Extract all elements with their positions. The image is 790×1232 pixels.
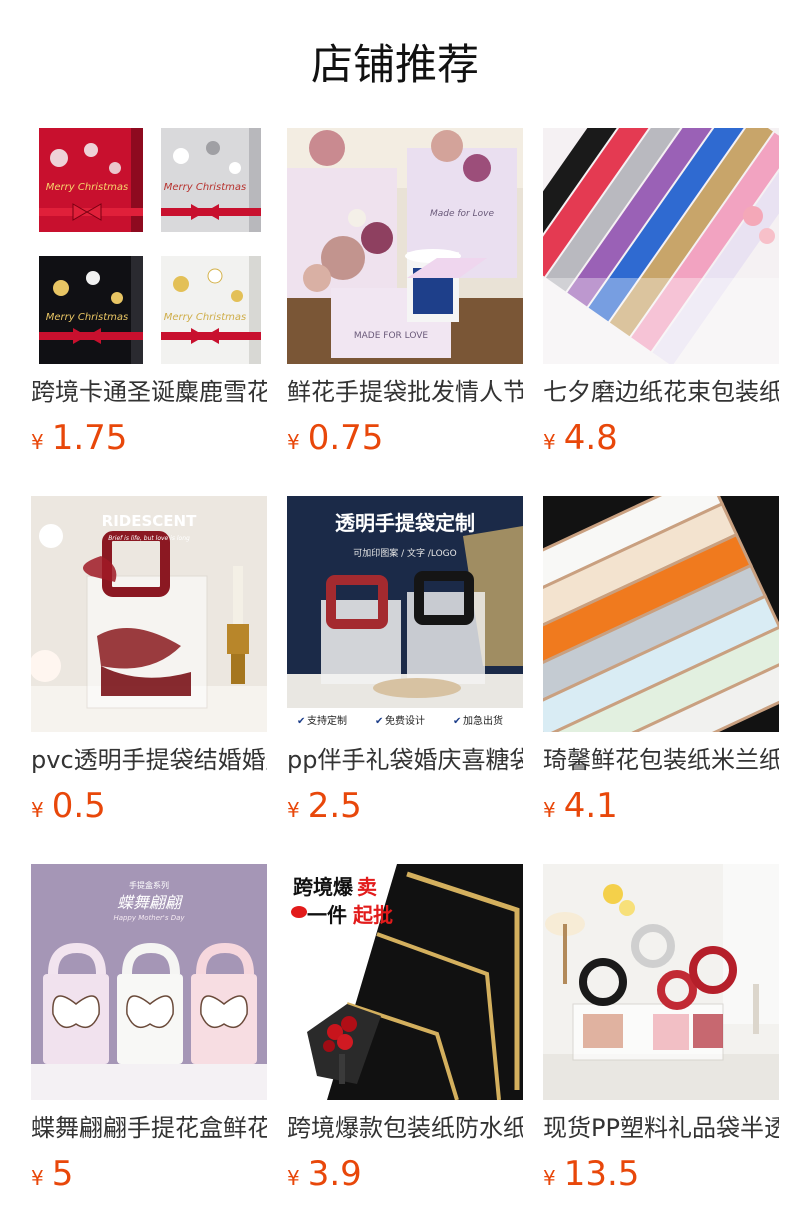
price-amount: 3.9: [307, 1154, 362, 1194]
svg-text:跨境爆: 跨境爆: [293, 875, 354, 899]
price-amount: 0.5: [51, 786, 106, 826]
product-price: ¥0.75: [287, 416, 383, 460]
product-name[interactable]: 跨境爆款包装纸防水纸: [287, 1111, 523, 1145]
flower-box-bag-image[interactable]: Made for Love MADE FOR LOVE: [287, 128, 523, 364]
currency-symbol: ¥: [31, 1166, 44, 1190]
currency-symbol: ¥: [543, 1166, 556, 1190]
product-price: ¥1.75: [31, 416, 127, 460]
svg-text:起批: 起批: [352, 903, 393, 927]
pp-handbag-customize-image[interactable]: 透明手提袋定制 可加印图案 / 文字 /LOGO 支持定制 免费设计 加急出货 …: [287, 496, 523, 732]
price-amount: 4.8: [563, 418, 618, 458]
currency-symbol: ¥: [31, 430, 44, 454]
product-card[interactable]: 现货PP塑料礼品袋半透明 ¥13.5: [543, 864, 779, 1232]
pp-ring-handle-bag-image[interactable]: [543, 864, 779, 1100]
black-gold-wrapping-paper-image[interactable]: 跨境爆 卖 一件 起批: [287, 864, 523, 1100]
svg-text:MADE FOR LOVE: MADE FOR LOVE: [354, 331, 429, 341]
price-amount: 5: [51, 1154, 74, 1194]
product-name[interactable]: pp伴手礼袋婚庆喜糖袋: [287, 743, 523, 777]
product-price: ¥4.8: [543, 416, 618, 460]
product-price: ¥4.1: [543, 784, 618, 828]
product-card[interactable]: 透明手提袋定制 可加印图案 / 文字 /LOGO 支持定制 免费设计 加急出货 …: [287, 496, 523, 864]
svg-text:Happy Mother's Day: Happy Mother's Day: [113, 914, 185, 922]
product-card[interactable]: Made for Love MADE FOR LOVE 鲜花手提袋批发情人节 ¥…: [287, 128, 523, 496]
svg-text:✔: ✔: [375, 716, 383, 727]
price-amount: 13.5: [563, 1154, 640, 1194]
product-price: ¥2.5: [287, 784, 362, 828]
price-amount: 1.75: [51, 418, 128, 458]
product-name[interactable]: 鲜花手提袋批发情人节: [287, 375, 523, 409]
product-price: ¥0.5: [31, 784, 106, 828]
product-name[interactable]: 琦馨鲜花包装纸米兰纸: [543, 743, 779, 777]
product-card[interactable]: 七夕磨边纸花束包装纸 ¥4.8: [543, 128, 779, 496]
pp-ring-handle-bag-picture: [543, 864, 779, 1100]
product-name[interactable]: 蝶舞翩翩手提花盒鲜花: [31, 1111, 267, 1145]
product-price: ¥3.9: [287, 1152, 362, 1196]
svg-text:可加印图案 / 文字 /LOGO: 可加印图案 / 文字 /LOGO: [353, 547, 456, 559]
svg-text:✔: ✔: [453, 716, 461, 727]
svg-text:支持定制: 支持定制: [307, 714, 347, 727]
svg-text:Made for Love: Made for Love: [430, 209, 494, 219]
svg-text:透明手提袋定制: 透明手提袋定制: [335, 511, 475, 535]
svg-text:免费设计: 免费设计: [385, 714, 425, 727]
product-card[interactable]: 跨境爆 卖 一件 起批 跨境爆款包装纸防水纸 ¥3.9: [287, 864, 523, 1232]
christmas-gift-bags-image[interactable]: Merry Christmas Merry Christmas Merry Ch…: [31, 128, 267, 364]
currency-symbol: ¥: [543, 798, 556, 822]
product-card[interactable]: Merry Christmas Merry Christmas Merry Ch…: [31, 128, 267, 496]
price-amount: 0.75: [307, 418, 384, 458]
product-name[interactable]: pvc透明手提袋结婚婚庆: [31, 743, 267, 777]
pvc-transparent-bag-picture: RIDESCENT Brief is life, but love is lon…: [31, 496, 267, 732]
pvc-transparent-bag-image[interactable]: RIDESCENT Brief is life, but love is lon…: [31, 496, 267, 732]
section-title: 店铺推荐: [310, 40, 479, 89]
milan-wrapping-paper-picture: [543, 496, 779, 732]
pp-handbag-customize-picture: 透明手提袋定制 可加印图案 / 文字 /LOGO 支持定制 免费设计 加急出货 …: [287, 496, 523, 732]
product-name[interactable]: 现货PP塑料礼品袋半透明: [543, 1111, 779, 1145]
svg-text:RIDESCENT: RIDESCENT: [102, 512, 197, 530]
svg-text:Merry Christmas: Merry Christmas: [164, 182, 247, 193]
product-price: ¥13.5: [543, 1152, 639, 1196]
price-amount: 4.1: [563, 786, 618, 826]
product-card[interactable]: 手提盒系列 蝶舞翩翩 Happy Mother's Day 蝶舞翩翩手提花盒鲜花…: [31, 864, 267, 1232]
colored-wrapping-paper-rolls-picture: [543, 128, 779, 364]
colored-wrapping-paper-rolls-image[interactable]: [543, 128, 779, 364]
product-price: ¥5: [31, 1152, 73, 1196]
currency-symbol: ¥: [31, 798, 44, 822]
svg-text:卖: 卖: [357, 875, 377, 899]
svg-text:Merry Christmas: Merry Christmas: [46, 182, 129, 193]
svg-text:加急出货: 加急出货: [463, 714, 503, 727]
svg-text:一件: 一件: [307, 903, 347, 927]
svg-text:Brief is life, but love is lon: Brief is life, but love is long: [108, 535, 190, 542]
svg-text:✔: ✔: [297, 716, 305, 727]
product-name[interactable]: 跨境卡通圣诞麋鹿雪花手提袋: [31, 375, 267, 409]
svg-text:手提盒系列: 手提盒系列: [129, 880, 169, 890]
store-recommendation-page: 店铺推荐 Merry Christmas Merry Christmas Mer…: [0, 0, 790, 1232]
butterfly-flower-box-picture: 手提盒系列 蝶舞翩翩 Happy Mother's Day: [31, 864, 267, 1100]
product-card[interactable]: 琦馨鲜花包装纸米兰纸 ¥4.1: [543, 496, 779, 864]
currency-symbol: ¥: [287, 1166, 300, 1190]
currency-symbol: ¥: [287, 430, 300, 454]
currency-symbol: ¥: [543, 430, 556, 454]
price-amount: 2.5: [307, 786, 362, 826]
flower-box-bag-picture: Made for Love MADE FOR LOVE: [287, 128, 523, 364]
butterfly-flower-box-image[interactable]: 手提盒系列 蝶舞翩翩 Happy Mother's Day: [31, 864, 267, 1100]
milan-wrapping-paper-image[interactable]: [543, 496, 779, 732]
svg-text:蝶舞翩翩: 蝶舞翩翩: [117, 893, 184, 912]
product-card[interactable]: RIDESCENT Brief is life, but love is lon…: [31, 496, 267, 864]
currency-symbol: ¥: [287, 798, 300, 822]
svg-text:Merry Christmas: Merry Christmas: [46, 312, 129, 323]
svg-text:Merry Christmas: Merry Christmas: [164, 312, 247, 323]
product-name[interactable]: 七夕磨边纸花束包装纸: [543, 375, 779, 409]
christmas-gift-bags-picture: Merry Christmas Merry Christmas Merry Ch…: [31, 128, 267, 364]
product-grid: Merry Christmas Merry Christmas Merry Ch…: [31, 128, 790, 1232]
black-gold-wrapping-paper-picture: 跨境爆 卖 一件 起批: [287, 864, 523, 1100]
